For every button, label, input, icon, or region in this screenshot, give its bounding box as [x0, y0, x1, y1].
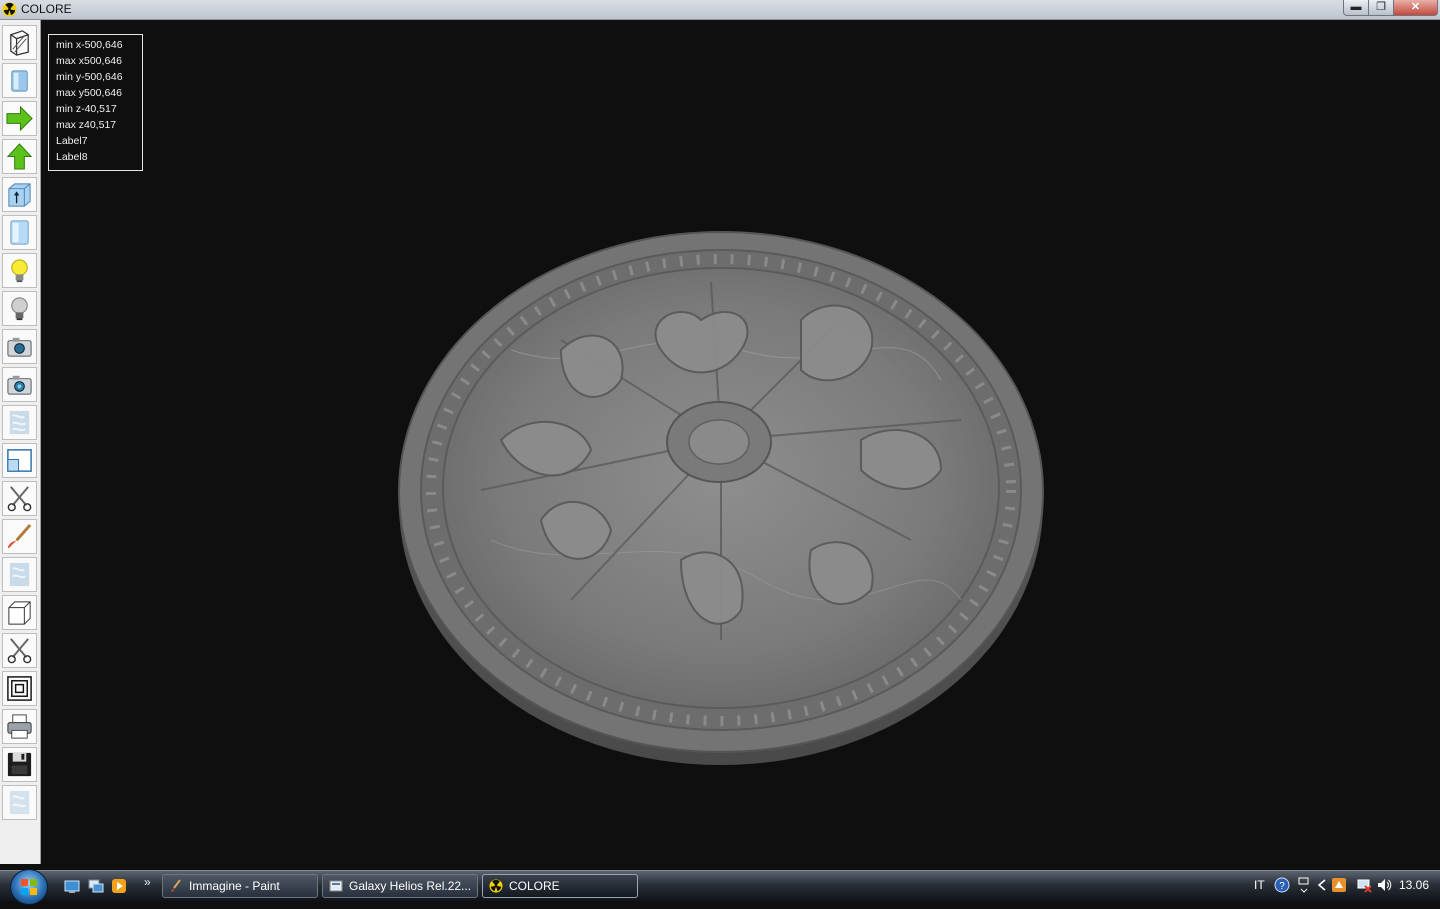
scissors-alt-icon	[7, 638, 32, 664]
paint-brush-icon	[7, 523, 32, 549]
solid-view-button[interactable]	[2, 63, 37, 98]
show-hidden-icons-icon[interactable]	[1314, 877, 1330, 893]
camera-button[interactable]	[2, 329, 37, 364]
panel-view-icon	[10, 220, 29, 245]
paint-brush-button[interactable]	[2, 519, 37, 554]
window-icon	[7, 449, 32, 472]
move-right-button[interactable]	[2, 101, 37, 136]
print-button[interactable]	[2, 709, 37, 744]
cube-button[interactable]	[2, 595, 37, 630]
task-paint-label: Immagine - Paint	[189, 879, 280, 893]
restore-button[interactable]: ❐	[1368, 0, 1394, 16]
rosette-model	[398, 231, 1044, 765]
scissors-button[interactable]	[2, 481, 37, 516]
camera-alt-button[interactable]	[2, 367, 37, 402]
save-button[interactable]	[2, 747, 37, 782]
info-min-z: min z-40,517	[56, 103, 117, 115]
arrow-up-icon	[6, 143, 33, 170]
info-min-x: min x-500,646	[56, 39, 123, 51]
windows-logo-icon	[21, 879, 37, 895]
panel-view-button[interactable]	[2, 215, 37, 250]
printer-icon	[7, 714, 32, 739]
window-title: COLORE	[21, 2, 72, 16]
wireframe-view-icon	[10, 30, 29, 56]
paint-app-icon	[171, 879, 181, 892]
colore-app-icon	[489, 879, 503, 893]
camera-icon	[7, 337, 32, 357]
info-max-x: max x500,646	[56, 55, 122, 67]
texture-faded-icon	[9, 790, 30, 815]
galaxy-app-icon	[329, 880, 343, 892]
network-status-icon[interactable]	[1356, 877, 1372, 893]
save-disk-icon	[7, 752, 32, 777]
light-on-icon	[11, 259, 28, 283]
info-max-z: max z40,517	[56, 119, 117, 131]
tool-sidebar	[0, 20, 41, 864]
info-label8: Label8	[56, 151, 88, 163]
light-off-icon	[11, 297, 28, 321]
light-on-button[interactable]	[2, 253, 37, 288]
solid-view-icon	[11, 70, 28, 92]
volume-icon[interactable]	[1376, 877, 1392, 893]
info-label7: Label7	[56, 135, 88, 147]
texture-button[interactable]	[2, 405, 37, 440]
language-indicator[interactable]: IT	[1254, 878, 1265, 892]
arrow-right-icon	[6, 105, 33, 132]
texture-icon	[9, 410, 30, 435]
help-icon[interactable]: ?	[1274, 877, 1290, 893]
scissors-alt-button[interactable]	[2, 633, 37, 668]
radiation-app-icon	[2, 2, 17, 17]
scissors-icon	[7, 486, 32, 512]
network-arrows-icon[interactable]	[1296, 877, 1312, 893]
cube-icon	[8, 601, 31, 625]
3d-viewport[interactable]	[41, 20, 1440, 864]
window-button[interactable]	[2, 443, 37, 478]
box-elevation-icon	[8, 183, 31, 207]
move-up-button[interactable]	[2, 139, 37, 174]
light-off-button[interactable]	[2, 291, 37, 326]
switch-windows-icon[interactable]	[88, 878, 104, 894]
title-bar: COLORE ▬ ❐ ✕	[0, 0, 1440, 20]
task-galaxy-helios[interactable]: Galaxy Helios Rel.22...	[322, 874, 478, 898]
svg-text:?: ?	[1279, 881, 1285, 892]
info-max-y: max y500,646	[56, 87, 122, 99]
texture-alt-icon	[9, 562, 30, 587]
taskbar: » Immagine - Paint Galaxy Helios Rel.22.…	[0, 869, 1440, 905]
show-desktop-icon[interactable]	[64, 878, 80, 894]
task-paint[interactable]: Immagine - Paint	[162, 874, 318, 898]
wireframe-view-button[interactable]	[2, 25, 37, 60]
media-player-icon[interactable]	[111, 878, 127, 894]
minimize-button[interactable]: ▬	[1343, 0, 1369, 16]
close-button[interactable]: ✕	[1393, 0, 1438, 16]
texture-faded-button[interactable]	[2, 785, 37, 820]
box-elevation-button[interactable]	[2, 177, 37, 212]
concentric-squares-icon	[7, 676, 32, 701]
update-shield-icon[interactable]	[1331, 877, 1347, 893]
info-min-y: min y-500,646	[56, 71, 123, 83]
texture-alt-button[interactable]	[2, 557, 37, 592]
task-galaxy-label: Galaxy Helios Rel.22...	[349, 879, 472, 893]
camera-alt-icon	[7, 375, 32, 395]
concentric-squares-button[interactable]	[2, 671, 37, 706]
task-colore-label: COLORE	[509, 879, 560, 893]
clock[interactable]: 13.06	[1399, 878, 1429, 892]
task-colore[interactable]: COLORE	[482, 874, 638, 898]
extents-info-panel: min x-500,646 max x500,646 min y-500,646…	[48, 34, 143, 171]
quicklaunch-more[interactable]: »	[144, 875, 151, 889]
